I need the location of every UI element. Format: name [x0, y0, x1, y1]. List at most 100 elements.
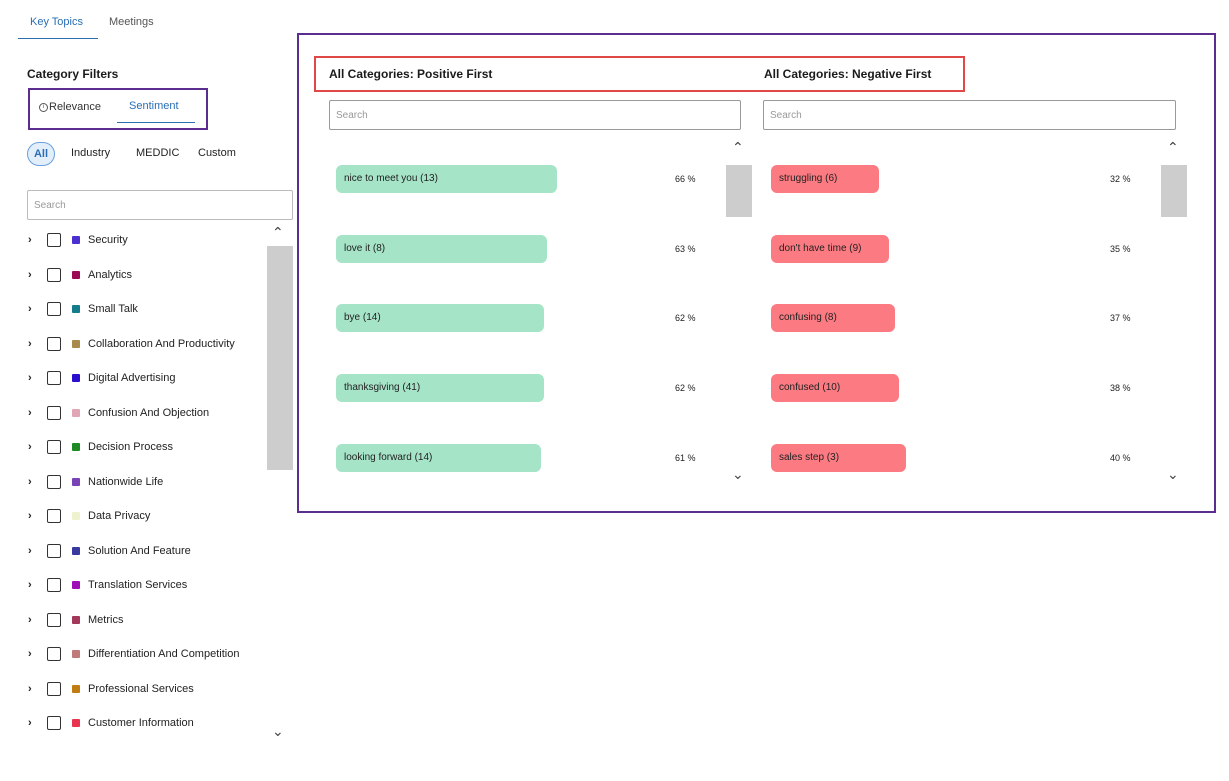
category-checkbox[interactable]: [47, 267, 61, 282]
chevron-right-icon[interactable]: ›: [28, 372, 38, 384]
topic-bar[interactable]: struggling (6): [771, 165, 879, 193]
chevron-right-icon[interactable]: ›: [28, 476, 38, 488]
filter-chip-custom[interactable]: Custom: [198, 147, 236, 159]
category-item[interactable]: › Translation Services: [27, 575, 267, 595]
negative-search-input[interactable]: [763, 100, 1176, 130]
filter-chip-industry[interactable]: Industry: [71, 147, 110, 159]
category-label: Confusion And Objection: [88, 406, 210, 419]
category-color-dot: [72, 408, 80, 417]
chevron-right-icon[interactable]: ›: [28, 717, 38, 729]
category-filters-title: Category Filters: [27, 67, 119, 81]
chevron-down-icon[interactable]: ⌄: [272, 723, 284, 740]
category-checkbox[interactable]: [47, 302, 61, 316]
category-color-dot: [72, 719, 80, 727]
chevron-up-icon[interactable]: ⌃: [732, 139, 744, 156]
chevron-right-icon[interactable]: ›: [28, 407, 38, 419]
topic-bar[interactable]: sales step (3): [771, 443, 906, 472]
category-label: Analytics: [88, 268, 133, 281]
sentiment-tab[interactable]: Sentiment: [129, 100, 179, 112]
topic-bar[interactable]: love it (8): [336, 234, 547, 263]
category-checkbox[interactable]: [47, 405, 61, 420]
chevron-right-icon[interactable]: ›: [28, 441, 38, 453]
topic-bar[interactable]: thanksgiving (41): [336, 374, 544, 403]
category-scrollbar-thumb[interactable]: [267, 246, 293, 470]
category-item[interactable]: › Collaboration And Productivity: [27, 334, 267, 354]
chevron-right-icon[interactable]: ›: [28, 234, 38, 246]
category-item[interactable]: › Analytics: [27, 265, 267, 285]
category-checkbox[interactable]: [47, 647, 61, 661]
filter-chip-meddic[interactable]: MEDDIC: [136, 147, 179, 159]
category-color-dot: [72, 443, 80, 451]
category-color-dot: [72, 477, 80, 486]
filter-chip-all[interactable]: All: [27, 142, 55, 166]
category-item[interactable]: › Confusion And Objection: [27, 403, 267, 423]
topic-bar[interactable]: looking forward (14): [336, 443, 541, 472]
chevron-right-icon[interactable]: ›: [28, 648, 38, 660]
category-item[interactable]: › Decision Process: [27, 437, 267, 457]
chevron-right-icon[interactable]: ›: [28, 338, 38, 350]
category-label: Security: [88, 234, 128, 246]
chevron-right-icon[interactable]: ›: [28, 545, 38, 557]
chevron-down-icon[interactable]: ⌄: [732, 466, 744, 483]
category-checkbox[interactable]: [47, 716, 61, 730]
topic-percentage: 38 %: [1110, 383, 1131, 394]
topic-bar[interactable]: bye (14): [336, 304, 544, 333]
topic-bar[interactable]: nice to meet you (13): [336, 165, 557, 193]
category-color-dot: [72, 581, 80, 589]
topic-percentage: 63 %: [675, 243, 696, 254]
topic-bar[interactable]: confusing (8): [771, 304, 895, 333]
tab-meetings[interactable]: Meetings: [109, 16, 154, 28]
category-label: Customer Information: [88, 717, 194, 729]
category-item[interactable]: › Differentiation And Competition: [27, 644, 267, 664]
category-item[interactable]: › Solution And Feature: [27, 541, 267, 561]
category-item[interactable]: › Customer Information: [27, 713, 267, 733]
category-checkbox[interactable]: [47, 612, 61, 627]
category-color-dot: [72, 650, 80, 658]
category-label: Digital Advertising: [88, 372, 176, 384]
relevance-tab[interactable]: i Relevance: [39, 101, 101, 113]
category-checkbox[interactable]: [47, 440, 61, 454]
positive-search-input[interactable]: [329, 100, 741, 130]
topic-percentage: 40 %: [1110, 452, 1131, 463]
topic-percentage: 62 %: [675, 313, 696, 324]
category-item[interactable]: › Data Privacy: [27, 506, 267, 526]
chevron-up-icon[interactable]: ⌃: [272, 224, 284, 241]
topic-bar[interactable]: confused (10): [771, 374, 899, 403]
category-color-dot: [72, 615, 80, 624]
chevron-right-icon[interactable]: ›: [28, 303, 38, 315]
category-label: Professional Services: [88, 682, 194, 695]
chevron-right-icon[interactable]: ›: [28, 614, 38, 626]
sentiment-active-indicator: [117, 122, 195, 123]
negative-scrollbar-thumb[interactable]: [1161, 165, 1187, 217]
category-item[interactable]: › Digital Advertising: [27, 368, 267, 388]
category-item[interactable]: › Security: [27, 230, 267, 250]
category-checkbox[interactable]: [47, 336, 61, 351]
category-label: Nationwide Life: [88, 475, 164, 488]
category-item[interactable]: › Metrics: [27, 610, 267, 630]
category-item[interactable]: › Small Talk: [27, 299, 267, 319]
chevron-right-icon[interactable]: ›: [28, 269, 38, 281]
category-color-dot: [72, 684, 80, 693]
chevron-right-icon[interactable]: ›: [28, 579, 38, 591]
category-checkbox[interactable]: [47, 474, 61, 489]
category-checkbox[interactable]: [47, 509, 61, 523]
topic-percentage: 37 %: [1110, 313, 1131, 324]
tab-key-topics[interactable]: Key Topics: [30, 16, 83, 28]
topic-bar[interactable]: don't have time (9): [771, 234, 889, 263]
category-label: Metrics: [88, 613, 124, 626]
category-checkbox[interactable]: [47, 371, 61, 385]
positive-scrollbar-thumb[interactable]: [726, 165, 752, 217]
category-checkbox[interactable]: [47, 681, 61, 696]
topic-percentage: 35 %: [1110, 243, 1131, 254]
category-item[interactable]: › Professional Services: [27, 679, 267, 699]
category-checkbox[interactable]: [47, 543, 61, 558]
chevron-up-icon[interactable]: ⌃: [1167, 139, 1179, 156]
chevron-right-icon[interactable]: ›: [28, 683, 38, 695]
category-item[interactable]: › Nationwide Life: [27, 472, 267, 492]
category-checkbox[interactable]: [47, 233, 61, 247]
category-search-input[interactable]: [27, 190, 293, 220]
category-checkbox[interactable]: [47, 578, 61, 592]
chevron-down-icon[interactable]: ⌄: [1167, 466, 1179, 483]
chevron-right-icon[interactable]: ›: [28, 510, 38, 522]
relevance-label: Relevance: [49, 101, 101, 113]
